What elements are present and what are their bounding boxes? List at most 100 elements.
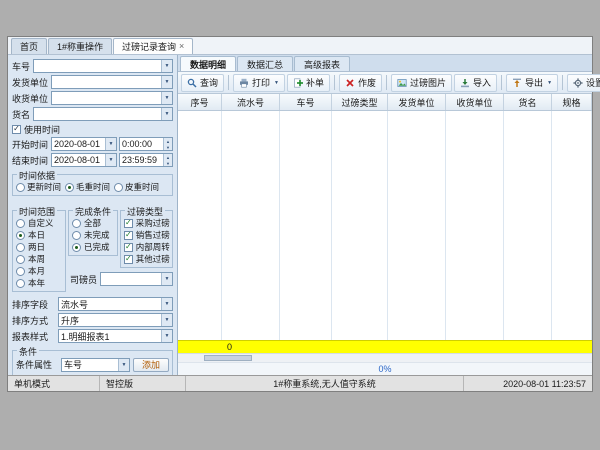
query-button[interactable]: 查询 <box>181 74 224 92</box>
radio-this-year[interactable]: 本年 <box>16 277 62 289</box>
radio-completed[interactable]: 已完成 <box>72 241 114 253</box>
radio-icon <box>16 255 25 264</box>
end-time-spinner[interactable]: 23:59:59 ▲▼ <box>119 153 173 167</box>
arrow-out-icon <box>512 78 522 88</box>
radio-custom-range[interactable]: 自定义 <box>16 217 62 229</box>
status-datetime: 2020-08-01 11:23:57 <box>464 376 592 391</box>
option-label: 本年 <box>28 277 45 289</box>
settings-button[interactable]: 设置 <box>567 74 600 92</box>
radio-gross-time[interactable]: 毛重时间 <box>65 181 110 193</box>
start-time-spinner[interactable]: 0:00:00 ▲▼ <box>119 137 173 151</box>
close-tab-icon[interactable]: × <box>179 42 184 51</box>
supplement-button[interactable]: 补单 <box>287 74 330 92</box>
chevron-down-icon: ▼ <box>105 154 116 166</box>
tab-advanced-report-label: 高级报表 <box>304 58 340 71</box>
void-button-label: 作废 <box>358 76 376 89</box>
radio-update-time[interactable]: 更新时间 <box>16 181 61 193</box>
checkbox-purchase-weigh[interactable]: ✓ 采购过磅 <box>124 217 169 229</box>
radio-two-days[interactable]: 两日 <box>16 241 62 253</box>
radio-today[interactable]: 本日 <box>16 229 62 241</box>
tab-home[interactable]: 首页 <box>11 38 47 54</box>
end-date-picker[interactable]: 2020-08-01 ▼ <box>51 153 117 167</box>
desktop-background: 首页 1#称重操作 过磅记录查询 × 车号 ▼ 发货单位 <box>0 0 600 450</box>
tab-data-detail-label: 数据明细 <box>190 58 226 71</box>
sort-field-value: 流水号 <box>59 298 161 311</box>
status-bar: 单机模式 智控版 1#称重系统,无人值守系统 2020-08-01 11:23:… <box>8 375 592 391</box>
spinner-arrows-icon[interactable]: ▲▼ <box>163 138 172 150</box>
grid-column <box>504 111 552 340</box>
red-cross-icon <box>345 78 355 88</box>
chevron-down-icon: ▼ <box>105 138 116 150</box>
column-header-weigh-type[interactable]: 过磅类型 <box>332 94 388 110</box>
filter-panel: 车号 ▼ 发货单位 ▼ 收货单位 ▼ <box>8 55 178 375</box>
chevron-down-icon: ▼ <box>161 60 172 72</box>
report-style-combobox[interactable]: 1.明细报表1 ▼ <box>58 329 173 343</box>
column-header-vehicle[interactable]: 车号 <box>280 94 332 110</box>
vehicle-label: 车号 <box>12 60 30 73</box>
column-header-serial[interactable]: 流水号 <box>222 94 280 110</box>
horizontal-scrollbar[interactable] <box>178 353 592 362</box>
weigher-label: 司磅员 <box>70 273 97 286</box>
spinner-arrows-icon[interactable]: ▲▼ <box>163 154 172 166</box>
start-date-value: 2020-08-01 <box>52 139 105 149</box>
sort-order-combobox[interactable]: 升序 ▼ <box>58 313 173 327</box>
app-window: 首页 1#称重操作 过磅记录查询 × 车号 ▼ 发货单位 <box>7 36 593 392</box>
toolbar: 查询 打印 ▼ 补单 作废 <box>178 72 592 94</box>
chevron-down-icon: ▼ <box>161 76 172 88</box>
toolbar-separator <box>334 75 335 90</box>
radio-incomplete[interactable]: 未完成 <box>72 229 114 241</box>
checkbox-sales-weigh[interactable]: ✓ 销售过磅 <box>124 229 169 241</box>
condition-attr-combobox[interactable]: 车号 ▼ <box>61 358 130 372</box>
vehicle-combobox[interactable]: ▼ <box>33 59 173 73</box>
grid-column <box>446 111 504 340</box>
radio-all[interactable]: 全部 <box>72 217 114 229</box>
column-header-shipper[interactable]: 发货单位 <box>388 94 446 110</box>
receiver-combobox[interactable]: ▼ <box>51 91 173 105</box>
option-label: 未完成 <box>84 229 110 241</box>
add-condition-button[interactable]: 添加 <box>133 358 169 372</box>
print-button-label: 打印 <box>252 76 270 89</box>
checkbox-internal-transfer[interactable]: ✓ 内部周转 <box>124 241 169 253</box>
tab-data-summary[interactable]: 数据汇总 <box>237 56 293 71</box>
scrollbar-thumb[interactable] <box>204 355 252 361</box>
column-header-seq[interactable]: 序号 <box>178 94 222 110</box>
column-header-receiver[interactable]: 收货单位 <box>446 94 504 110</box>
status-edition: 智控版 <box>100 376 186 391</box>
export-button[interactable]: 导出 ▼ <box>506 74 558 92</box>
sort-field-label: 排序字段 <box>12 298 58 311</box>
weigher-combobox[interactable]: ▼ <box>100 272 173 286</box>
tab-data-summary-label: 数据汇总 <box>247 58 283 71</box>
weigh-type-title: 过磅类型 <box>125 205 165 218</box>
void-button[interactable]: 作废 <box>339 74 382 92</box>
chevron-down-icon: ▼ <box>547 80 552 86</box>
option-label: 自定义 <box>28 217 54 229</box>
radio-tare-time[interactable]: 皮重时间 <box>114 181 159 193</box>
radio-this-month[interactable]: 本月 <box>16 265 62 277</box>
sort-field-combobox[interactable]: 流水号 ▼ <box>58 297 173 311</box>
tab-weigh-record-query[interactable]: 过磅记录查询 × <box>113 38 193 54</box>
column-header-goods[interactable]: 货名 <box>504 94 552 110</box>
weigh-photo-button-label: 过磅图片 <box>410 76 446 89</box>
sort-order-value: 升序 <box>59 314 161 327</box>
column-header-spec[interactable]: 规格 <box>552 94 592 110</box>
radio-icon <box>72 231 81 240</box>
tab-advanced-report[interactable]: 高级报表 <box>294 56 350 71</box>
import-button[interactable]: 导入 <box>454 74 497 92</box>
shipper-combobox[interactable]: ▼ <box>51 75 173 89</box>
use-time-checkbox-row[interactable]: ✓ 使用时间 <box>12 123 173 135</box>
goods-combobox[interactable]: ▼ <box>33 107 173 121</box>
radio-this-week[interactable]: 本周 <box>16 253 62 265</box>
start-date-picker[interactable]: 2020-08-01 ▼ <box>51 137 117 151</box>
tab-weigh-operation[interactable]: 1#称重操作 <box>48 38 112 54</box>
print-button[interactable]: 打印 ▼ <box>233 74 285 92</box>
weigh-photo-button[interactable]: 过磅图片 <box>391 74 452 92</box>
grid-column <box>280 111 332 340</box>
time-basis-title: 时间依据 <box>17 169 57 182</box>
weigh-type-group: 过磅类型 ✓ 采购过磅 ✓ 销售过磅 ✓ <box>120 210 173 268</box>
radio-icon <box>72 243 81 252</box>
sort-order-label: 排序方式 <box>12 314 58 327</box>
tab-data-detail[interactable]: 数据明细 <box>180 56 236 71</box>
checkbox-other-weigh[interactable]: ✓ 其他过磅 <box>124 253 169 265</box>
toolbar-separator <box>501 75 502 90</box>
report-style-value: 1.明细报表1 <box>59 330 161 343</box>
